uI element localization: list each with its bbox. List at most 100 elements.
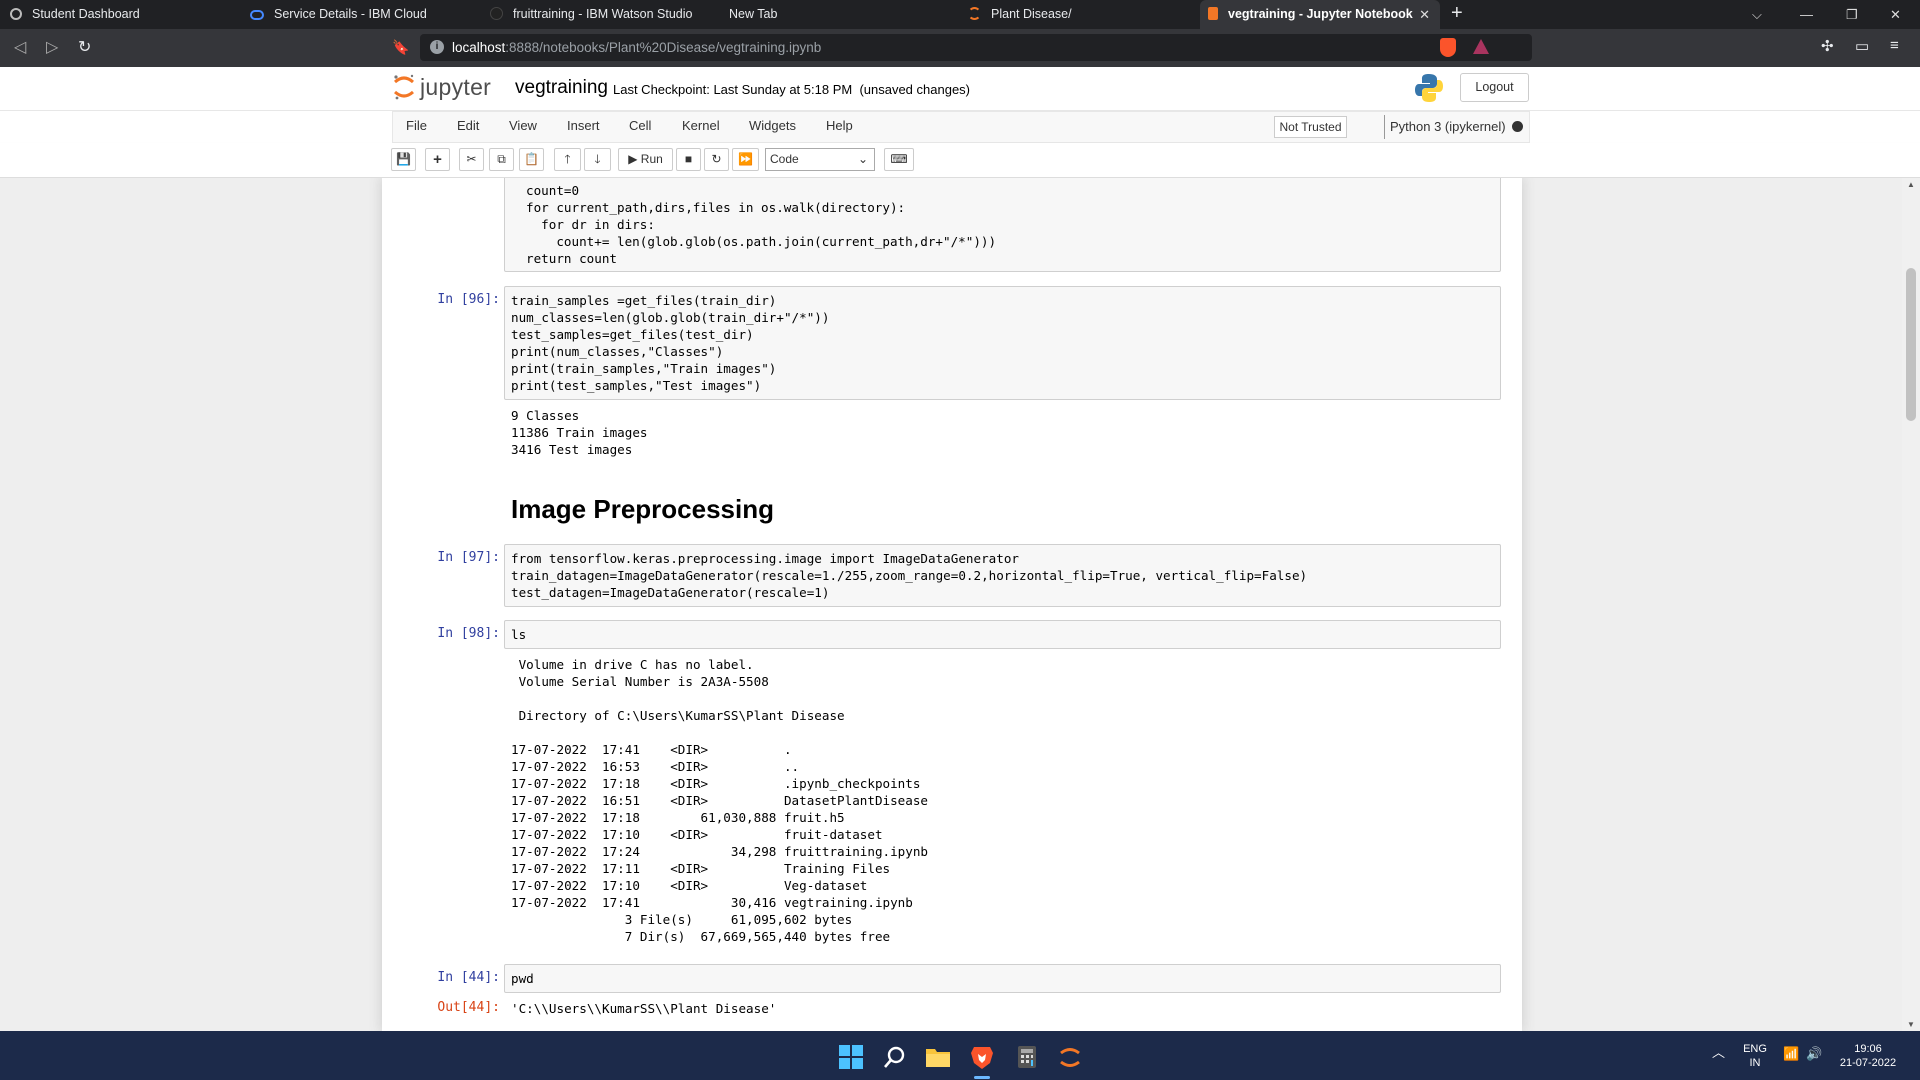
wallet-icon[interactable]: ▭ bbox=[1855, 37, 1869, 55]
tab-ibm-cloud[interactable]: Service Details - IBM Cloud bbox=[250, 0, 480, 29]
jupyter-icon bbox=[968, 7, 981, 20]
checkpoint-status: Last Checkpoint: Last Sunday at 5:18 PM … bbox=[613, 82, 970, 97]
minimize-icon[interactable]: — bbox=[1800, 0, 1813, 29]
menu-icon[interactable]: ≡ bbox=[1890, 37, 1899, 54]
restart-icon: ↻ bbox=[711, 152, 722, 166]
close-window-icon[interactable]: ✕ bbox=[1890, 0, 1901, 29]
brave-shield-icon[interactable] bbox=[1440, 38, 1456, 57]
notebook-name[interactable]: vegtraining bbox=[515, 77, 608, 99]
file-explorer-icon[interactable] bbox=[925, 1044, 951, 1070]
move-down-button[interactable]: 🡓 bbox=[584, 148, 611, 171]
tab-label: fruittraining - IBM Watson Studio bbox=[513, 7, 693, 21]
paste-icon: 📋 bbox=[524, 152, 539, 166]
active-app-indicator bbox=[974, 1076, 990, 1079]
new-tab-icon[interactable]: + bbox=[1451, 2, 1463, 25]
scroll-down-icon[interactable]: ▼ bbox=[1907, 1020, 1915, 1029]
extensions-icon[interactable]: ✣ bbox=[1821, 37, 1834, 55]
tab-search-chevron-icon[interactable]: ⌵ bbox=[1752, 0, 1762, 29]
command-palette-button[interactable]: ⌨ bbox=[884, 148, 914, 171]
code-cell-input[interactable] bbox=[504, 964, 1501, 993]
code-line: test_datagen=ImageDataGenerator(rescale=… bbox=[511, 585, 830, 600]
tab-new-tab[interactable]: New Tab bbox=[729, 0, 949, 29]
cell-prompt: In [98]: bbox=[437, 626, 500, 641]
not-trusted-button[interactable]: Not Trusted bbox=[1274, 116, 1347, 138]
menu-view[interactable]: View bbox=[509, 118, 537, 133]
tab-label: Student Dashboard bbox=[32, 7, 140, 21]
run-button[interactable]: ▶ Run bbox=[618, 148, 673, 171]
paste-button[interactable]: 📋 bbox=[519, 148, 544, 171]
arrow-down-icon: 🡓 bbox=[594, 152, 601, 166]
menu-insert[interactable]: Insert bbox=[567, 118, 600, 133]
code-cell-input[interactable] bbox=[504, 620, 1501, 649]
language-indicator[interactable]: ENG IN bbox=[1741, 1042, 1769, 1070]
bookmark-icon[interactable]: 🔖 bbox=[392, 39, 409, 56]
save-button[interactable]: 💾 bbox=[391, 148, 416, 171]
menu-cell[interactable]: Cell bbox=[629, 118, 651, 133]
tab-student-dashboard[interactable]: Student Dashboard bbox=[10, 0, 240, 29]
menu-help[interactable]: Help bbox=[826, 118, 853, 133]
back-icon[interactable]: ◁ bbox=[14, 37, 26, 57]
brave-browser-icon[interactable] bbox=[969, 1044, 995, 1070]
logout-button[interactable]: Logout bbox=[1460, 73, 1529, 102]
insert-cell-button[interactable]: + bbox=[425, 148, 450, 171]
code-line: test_samples=get_files(test_dir) bbox=[511, 327, 754, 342]
chevron-down-icon: ⌄ bbox=[857, 152, 868, 166]
url-path: :8888/notebooks/Plant%20Disease/vegtrain… bbox=[505, 40, 822, 55]
tab-plant-disease[interactable]: Plant Disease/ bbox=[968, 0, 1188, 29]
kernel-indicator[interactable]: Python 3 (ipykernel) bbox=[1384, 115, 1506, 139]
search-icon[interactable] bbox=[882, 1044, 908, 1070]
url-input[interactable]: i localhost:8888/notebooks/Plant%20Disea… bbox=[420, 34, 1532, 61]
clock-time: 19:06 bbox=[1854, 1043, 1882, 1055]
move-up-button[interactable]: 🡑 bbox=[554, 148, 581, 171]
restart-button[interactable]: ↻ bbox=[704, 148, 729, 171]
tab-vegtraining[interactable]: vegtraining - Jupyter Notebook ✕ bbox=[1200, 0, 1440, 29]
tab-watson-studio[interactable]: fruittraining - IBM Watson Studio bbox=[490, 0, 710, 29]
wifi-icon[interactable]: 📶 bbox=[1783, 1047, 1799, 1061]
address-bar-row: ◁ ▷ ↻ 🔖 i localhost:8888/notebooks/Plant… bbox=[0, 29, 1920, 67]
clock[interactable]: 19:06 21-07-2022 bbox=[1836, 1042, 1900, 1070]
cell-output: Volume in drive C has no label. Volume S… bbox=[511, 657, 929, 944]
fast-forward-icon: ⏩ bbox=[738, 152, 753, 166]
copy-button[interactable]: ⧉ bbox=[489, 148, 514, 171]
restart-run-all-button[interactable]: ⏩ bbox=[732, 148, 759, 171]
run-label: Run bbox=[640, 152, 663, 166]
site-info-icon[interactable]: i bbox=[430, 40, 444, 54]
volume-icon[interactable]: 🔊 bbox=[1806, 1047, 1822, 1061]
jupyter-app-icon[interactable] bbox=[1057, 1044, 1083, 1070]
windows-start-icon[interactable] bbox=[838, 1044, 864, 1070]
show-hidden-icons[interactable]: ︿ bbox=[1712, 1046, 1725, 1060]
code-line: train_datagen=ImageDataGenerator(rescale… bbox=[511, 568, 1308, 583]
forward-icon[interactable]: ▷ bbox=[46, 37, 58, 57]
calculator-icon[interactable] bbox=[1014, 1044, 1040, 1070]
reload-icon[interactable]: ↻ bbox=[78, 37, 91, 57]
scissors-icon: ✂ bbox=[466, 152, 477, 166]
notebook-scroll-area[interactable]: count=0 for current_path,dirs,files in o… bbox=[0, 178, 1920, 1031]
unsaved-changes: (unsaved changes) bbox=[859, 82, 971, 97]
cut-button[interactable]: ✂ bbox=[459, 148, 484, 171]
tab-label: New Tab bbox=[729, 7, 778, 21]
menu-widgets[interactable]: Widgets bbox=[749, 118, 796, 133]
scroll-up-icon[interactable]: ▲ bbox=[1907, 180, 1915, 189]
cell-output: 9 Classes 11386 Train images 3416 Test i… bbox=[511, 408, 648, 457]
menu-kernel[interactable]: Kernel bbox=[682, 118, 720, 133]
jupyter-hourglass-icon bbox=[1208, 7, 1218, 20]
tab-label: vegtraining - Jupyter Notebook bbox=[1228, 7, 1413, 21]
code-line: print(test_samples,"Test images") bbox=[511, 378, 762, 393]
globe-icon bbox=[10, 8, 22, 20]
kernel-status-icon bbox=[1512, 121, 1523, 132]
cell-type-select[interactable]: Code ⌄ bbox=[765, 148, 875, 171]
menu-file[interactable]: File bbox=[406, 118, 427, 133]
scrollbar-thumb[interactable] bbox=[1906, 268, 1916, 421]
watson-icon bbox=[490, 7, 503, 20]
brave-rewards-icon[interactable] bbox=[1473, 39, 1489, 54]
interrupt-button[interactable]: ■ bbox=[676, 148, 701, 171]
jupyter-logo[interactable]: jupyter bbox=[392, 73, 491, 101]
code-line: train_samples =get_files(train_dir) bbox=[511, 293, 777, 308]
restore-icon[interactable]: ❐ bbox=[1846, 0, 1858, 29]
close-tab-icon[interactable]: ✕ bbox=[1419, 0, 1430, 29]
jupyter-logo-icon bbox=[394, 74, 414, 100]
code-line: ls bbox=[511, 627, 527, 642]
code-line: num_classes=len(glob.glob(train_dir+"/*"… bbox=[511, 310, 830, 325]
menu-edit[interactable]: Edit bbox=[457, 118, 479, 133]
plus-icon: + bbox=[433, 151, 442, 168]
